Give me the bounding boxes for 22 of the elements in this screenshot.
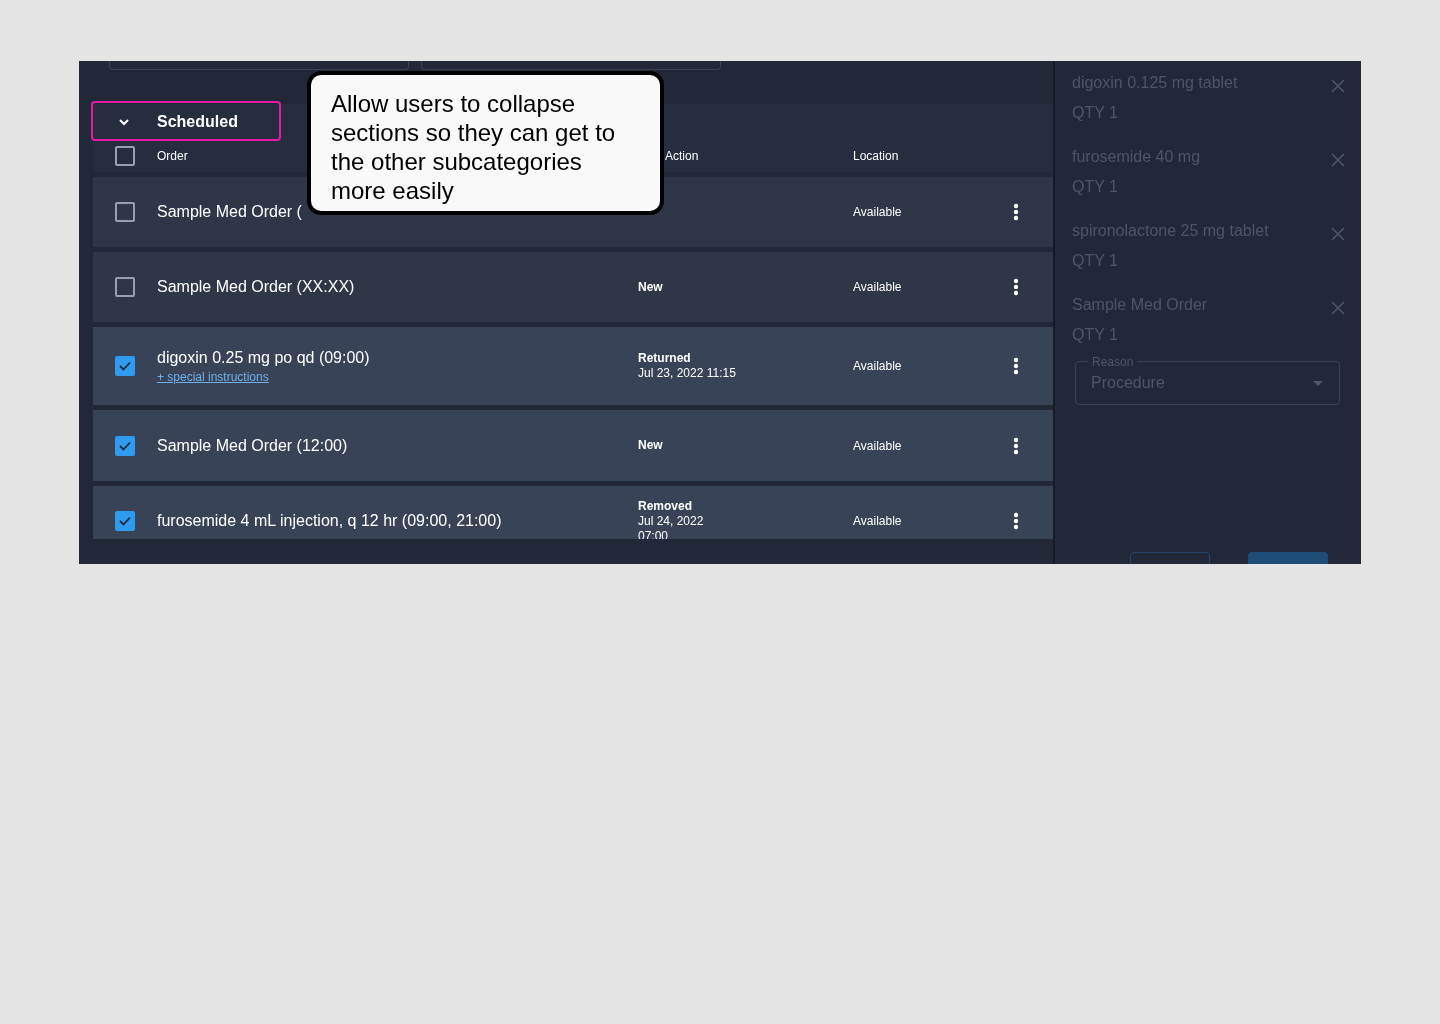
section-title: Scheduled: [157, 112, 238, 132]
location-text: Available: [853, 280, 902, 294]
action-status: Removed: [638, 498, 694, 514]
location-text: Available: [853, 438, 902, 453]
column-header: Location: [853, 149, 899, 163]
order-name: Sample Med Order (XX:XX): [157, 277, 355, 297]
order-name: furosemide 4 mL injection, q 12 hr (09:00, 21:00): [157, 511, 502, 531]
location-text: Available: [853, 514, 902, 528]
order-name: digoxin 0.25 mg po qd (09:00): [157, 348, 370, 368]
action-date: Jul 23, 2022 11:15: [638, 366, 737, 381]
action-status: Returned: [638, 351, 692, 366]
action-date: Jul 24, 2022: [638, 513, 705, 529]
order-name: Sample Med Order (12:00): [157, 435, 348, 456]
column-header: Order: [157, 149, 188, 163]
action-status: New: [638, 279, 664, 295]
column-header: Action: [665, 149, 699, 163]
order-name: Sample Med Order (: [157, 202, 302, 222]
location-text: Available: [853, 359, 902, 373]
location-text: Available: [853, 205, 902, 219]
action-date: 07:00: [638, 528, 670, 539]
action-status: New: [638, 438, 664, 453]
annotation-tooltip: Allow users to collapse sections so they can get to the other subcategories more easily: [307, 71, 664, 215]
